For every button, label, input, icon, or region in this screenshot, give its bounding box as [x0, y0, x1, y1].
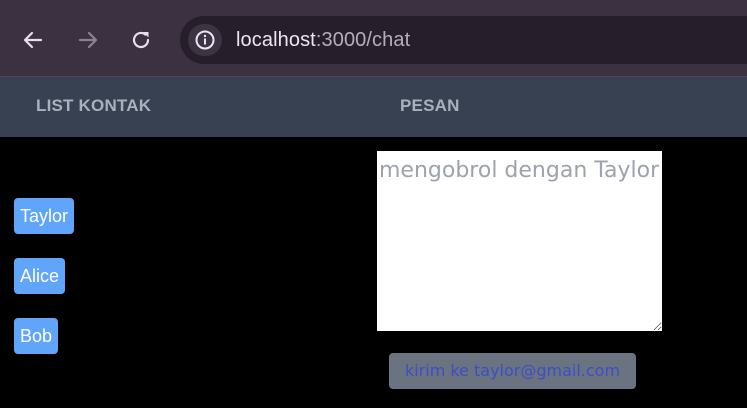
url-host: localhost — [236, 29, 316, 51]
reload-button[interactable] — [126, 25, 156, 55]
contact-button-bob[interactable]: Bob — [14, 318, 59, 354]
site-info-button[interactable] — [188, 24, 222, 56]
site-info-icon — [195, 30, 215, 50]
contacts-title: LIST KONTAK — [36, 96, 152, 115]
send-button[interactable]: kirim ke taylor@gmail.com — [389, 353, 636, 389]
back-button[interactable] — [18, 25, 48, 55]
contact-button-alice[interactable]: Alice — [14, 258, 66, 294]
contact-button-taylor[interactable]: Taylor — [14, 198, 75, 234]
url-text[interactable]: localhost:3000/chat — [236, 29, 410, 52]
arrow-left-icon — [23, 31, 43, 49]
browser-toolbar: localhost:3000/chat — [0, 0, 747, 77]
app-header: LIST KONTAK PESAN — [0, 77, 747, 137]
url-path: :3000/chat — [315, 29, 411, 51]
address-bar[interactable]: localhost:3000/chat — [180, 16, 747, 64]
arrow-right-icon — [78, 31, 98, 49]
messages-title: PESAN — [400, 96, 460, 115]
reload-icon — [132, 31, 150, 49]
forward-button[interactable] — [73, 25, 103, 55]
message-input[interactable] — [377, 151, 662, 331]
